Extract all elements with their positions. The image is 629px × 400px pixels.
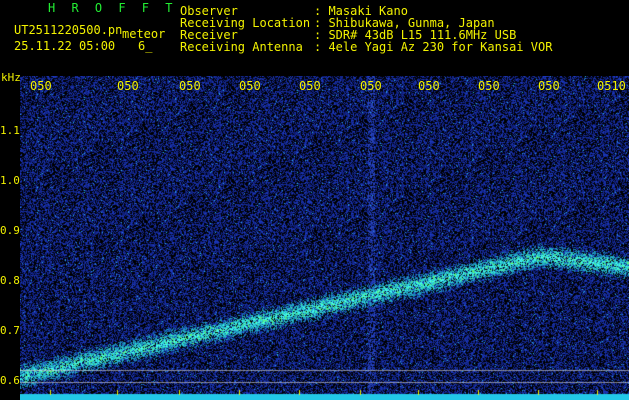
spectrogram-canvas [20,76,629,400]
y-tick-label: 1.0 [0,174,20,187]
x-tick-label: 050 [239,79,261,93]
app-title: H R O F F T [48,1,177,15]
y-tick-label: 1.1 [0,124,20,137]
x-tick-label: 050 [179,79,201,93]
meteor-count: 6_ [138,39,153,53]
file-name: UT2511220500.pn [14,23,123,37]
x-tick-label: 050 [478,79,500,93]
x-tick-label: 050 [538,79,560,93]
x-tick-label: 050 [30,79,52,93]
y-tick-label: 0.6 [0,374,20,387]
antenna-value: : 4ele Yagi Az 230 for Kansai VOR [314,40,553,54]
x-tick-label: 050 [117,79,139,93]
antenna-label: Receiving Antenna [180,40,303,54]
x-tick-label: 0510 [597,79,626,93]
y-axis-unit: kHz [1,71,21,84]
y-tick-label: 0.9 [0,224,20,237]
x-tick-label: 050 [418,79,440,93]
y-tick-label: 0.7 [0,324,20,337]
x-tick-label: 050 [299,79,321,93]
x-tick-label: 050 [360,79,382,93]
timestamp: 25.11.22 05:00 [14,39,116,53]
y-tick-label: 0.8 [0,274,20,287]
